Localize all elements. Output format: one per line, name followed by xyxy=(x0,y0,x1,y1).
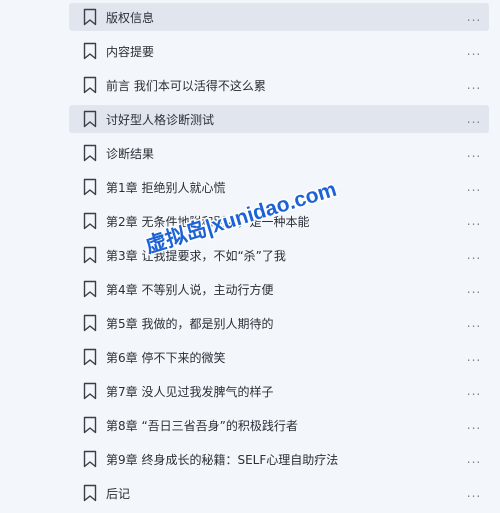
toc-item[interactable]: 第3章 让我提要求，不如“杀”了我... xyxy=(69,241,489,269)
toc-item-label: 诊断结果 xyxy=(106,146,155,161)
more-options-icon[interactable]: ... xyxy=(465,316,483,330)
bookmark-icon[interactable] xyxy=(79,74,101,96)
toc-list: 版权信息... 内容提要... 前言 我们本可以活得不这么累... 讨好型人格诊断测试… xyxy=(69,3,489,513)
toc-item-label: 第3章 让我提要求，不如“杀”了我 xyxy=(106,248,286,263)
toc-item-label: 后记 xyxy=(106,486,131,501)
more-options-icon[interactable]: ... xyxy=(465,418,483,432)
more-options-icon[interactable]: ... xyxy=(465,10,483,24)
toc-item[interactable]: 第8章 “吾日三省吾身”的积极践行者... xyxy=(69,411,489,439)
more-options-icon[interactable]: ... xyxy=(465,282,483,296)
toc-item-label: 讨好型人格诊断测试 xyxy=(106,112,215,127)
more-options-icon[interactable]: ... xyxy=(465,350,483,364)
bookmark-icon[interactable] xyxy=(79,414,101,436)
more-options-icon[interactable]: ... xyxy=(465,486,483,500)
bookmark-icon[interactable] xyxy=(79,346,101,368)
more-options-icon[interactable]: ... xyxy=(465,214,483,228)
toc-item[interactable]: 前言 我们本可以活得不这么累... xyxy=(69,71,489,99)
bookmark-icon[interactable] xyxy=(79,40,101,62)
bookmark-icon[interactable] xyxy=(79,176,101,198)
bookmark-icon[interactable] xyxy=(79,448,101,470)
toc-item[interactable]: 第6章 停不下来的微笑... xyxy=(69,343,489,371)
toc-item-label: 第8章 “吾日三省吾身”的积极践行者 xyxy=(106,418,298,433)
more-options-icon[interactable]: ... xyxy=(465,180,483,194)
toc-item-label: 第5章 我做的，都是别人期待的 xyxy=(106,316,274,331)
toc-item-label: 第9章 终身成长的秘籍：SELF心理自助疗法 xyxy=(106,452,339,467)
toc-item-label: 版权信息 xyxy=(106,10,155,25)
toc-item-label: 第6章 停不下来的微笑 xyxy=(106,350,226,365)
more-options-icon[interactable]: ... xyxy=(465,248,483,262)
toc-item[interactable]: 第4章 不等别人说，主动行方便... xyxy=(69,275,489,303)
toc-item[interactable]: 后记... xyxy=(69,479,489,507)
bookmark-icon[interactable] xyxy=(79,108,101,130)
bookmark-icon[interactable] xyxy=(79,142,101,164)
more-options-icon[interactable]: ... xyxy=(465,384,483,398)
more-options-icon[interactable]: ... xyxy=(465,78,483,92)
toc-item[interactable]: 诊断结果... xyxy=(69,139,489,167)
toc-item[interactable]: 第7章 没人见过我发脾气的样子... xyxy=(69,377,489,405)
bookmark-icon[interactable] xyxy=(79,6,101,28)
bookmark-icon[interactable] xyxy=(79,312,101,334)
bookmark-icon[interactable] xyxy=(79,482,101,504)
toc-panel: 版权信息... 内容提要... 前言 我们本可以活得不这么累... 讨好型人格诊断测试… xyxy=(0,0,500,508)
toc-item[interactable]: 第1章 拒绝别人就心慌... xyxy=(69,173,489,201)
toc-item[interactable]: 第2章 无条件地附和别人，是一种本能... xyxy=(69,207,489,235)
bookmark-icon[interactable] xyxy=(79,210,101,232)
toc-item-label: 前言 我们本可以活得不这么累 xyxy=(106,78,266,93)
more-options-icon[interactable]: ... xyxy=(465,146,483,160)
toc-item[interactable]: 版权信息... xyxy=(69,3,489,31)
toc-item-label: 第1章 拒绝别人就心慌 xyxy=(106,180,226,195)
toc-item[interactable]: 第9章 终身成长的秘籍：SELF心理自助疗法... xyxy=(69,445,489,473)
toc-item-label: 第4章 不等别人说，主动行方便 xyxy=(106,282,274,297)
toc-item[interactable]: 讨好型人格诊断测试... xyxy=(69,105,489,133)
bookmark-icon[interactable] xyxy=(79,278,101,300)
more-options-icon[interactable]: ... xyxy=(465,44,483,58)
toc-item-label: 第7章 没人见过我发脾气的样子 xyxy=(106,384,274,399)
toc-item[interactable]: 第5章 我做的，都是别人期待的... xyxy=(69,309,489,337)
bookmark-icon[interactable] xyxy=(79,380,101,402)
toc-item-label: 内容提要 xyxy=(106,44,155,59)
more-options-icon[interactable]: ... xyxy=(465,452,483,466)
bookmark-icon[interactable] xyxy=(79,244,101,266)
more-options-icon[interactable]: ... xyxy=(465,112,483,126)
toc-item-label: 第2章 无条件地附和别人，是一种本能 xyxy=(106,214,310,229)
toc-item[interactable]: 内容提要... xyxy=(69,37,489,65)
